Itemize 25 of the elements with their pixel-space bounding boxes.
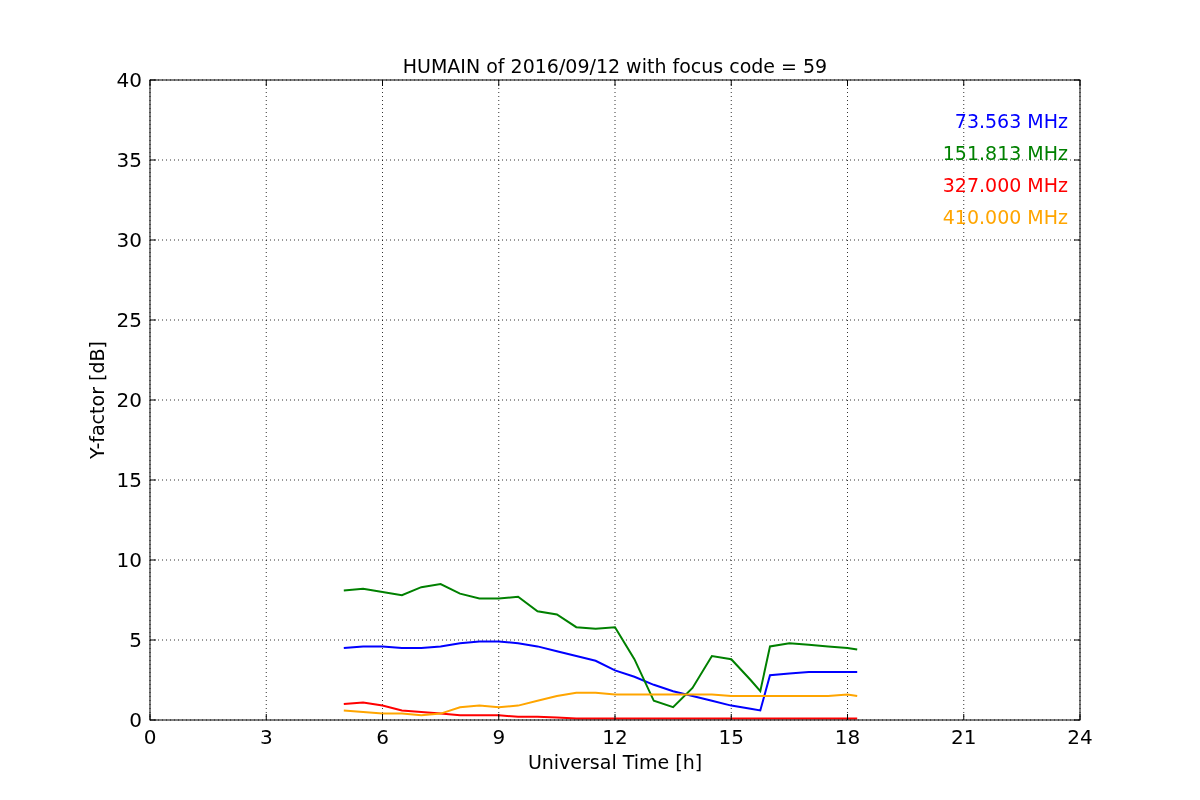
legend-label: 73.563 MHz xyxy=(954,110,1068,132)
y-axis-label: Y-factor [dB] xyxy=(86,341,108,459)
legend-label: 410.000 MHz xyxy=(942,206,1068,228)
y-tick-label: 30 xyxy=(116,228,142,252)
y-tick-label: 40 xyxy=(116,68,142,92)
x-tick-label: 9 xyxy=(492,725,506,749)
legend-label: 327.000 MHz xyxy=(942,174,1068,196)
x-tick-label: 24 xyxy=(1067,725,1093,749)
y-tick-label: 25 xyxy=(116,308,142,332)
chart-title: HUMAIN of 2016/09/12 with focus code = 59 xyxy=(402,55,828,77)
x-tick-label: 3 xyxy=(259,725,273,749)
x-tick-label: 12 xyxy=(602,725,628,749)
y-tick-label: 5 xyxy=(129,628,142,652)
x-tick-label: 18 xyxy=(834,725,861,749)
legend-label: 151.813 MHz xyxy=(942,142,1068,164)
y-tick-label: 15 xyxy=(116,468,142,492)
x-axis-label: Universal Time [h] xyxy=(527,751,703,773)
y-tick-label: 35 xyxy=(116,148,142,172)
y-tick-label: 0 xyxy=(129,708,142,732)
y-tick-label: 20 xyxy=(116,388,142,412)
x-tick-label: 15 xyxy=(718,725,744,749)
y-tick-label: 10 xyxy=(116,548,142,572)
x-tick-label: 0 xyxy=(143,725,157,749)
x-tick-label: 6 xyxy=(376,725,389,749)
x-tick-label: 21 xyxy=(951,725,977,749)
